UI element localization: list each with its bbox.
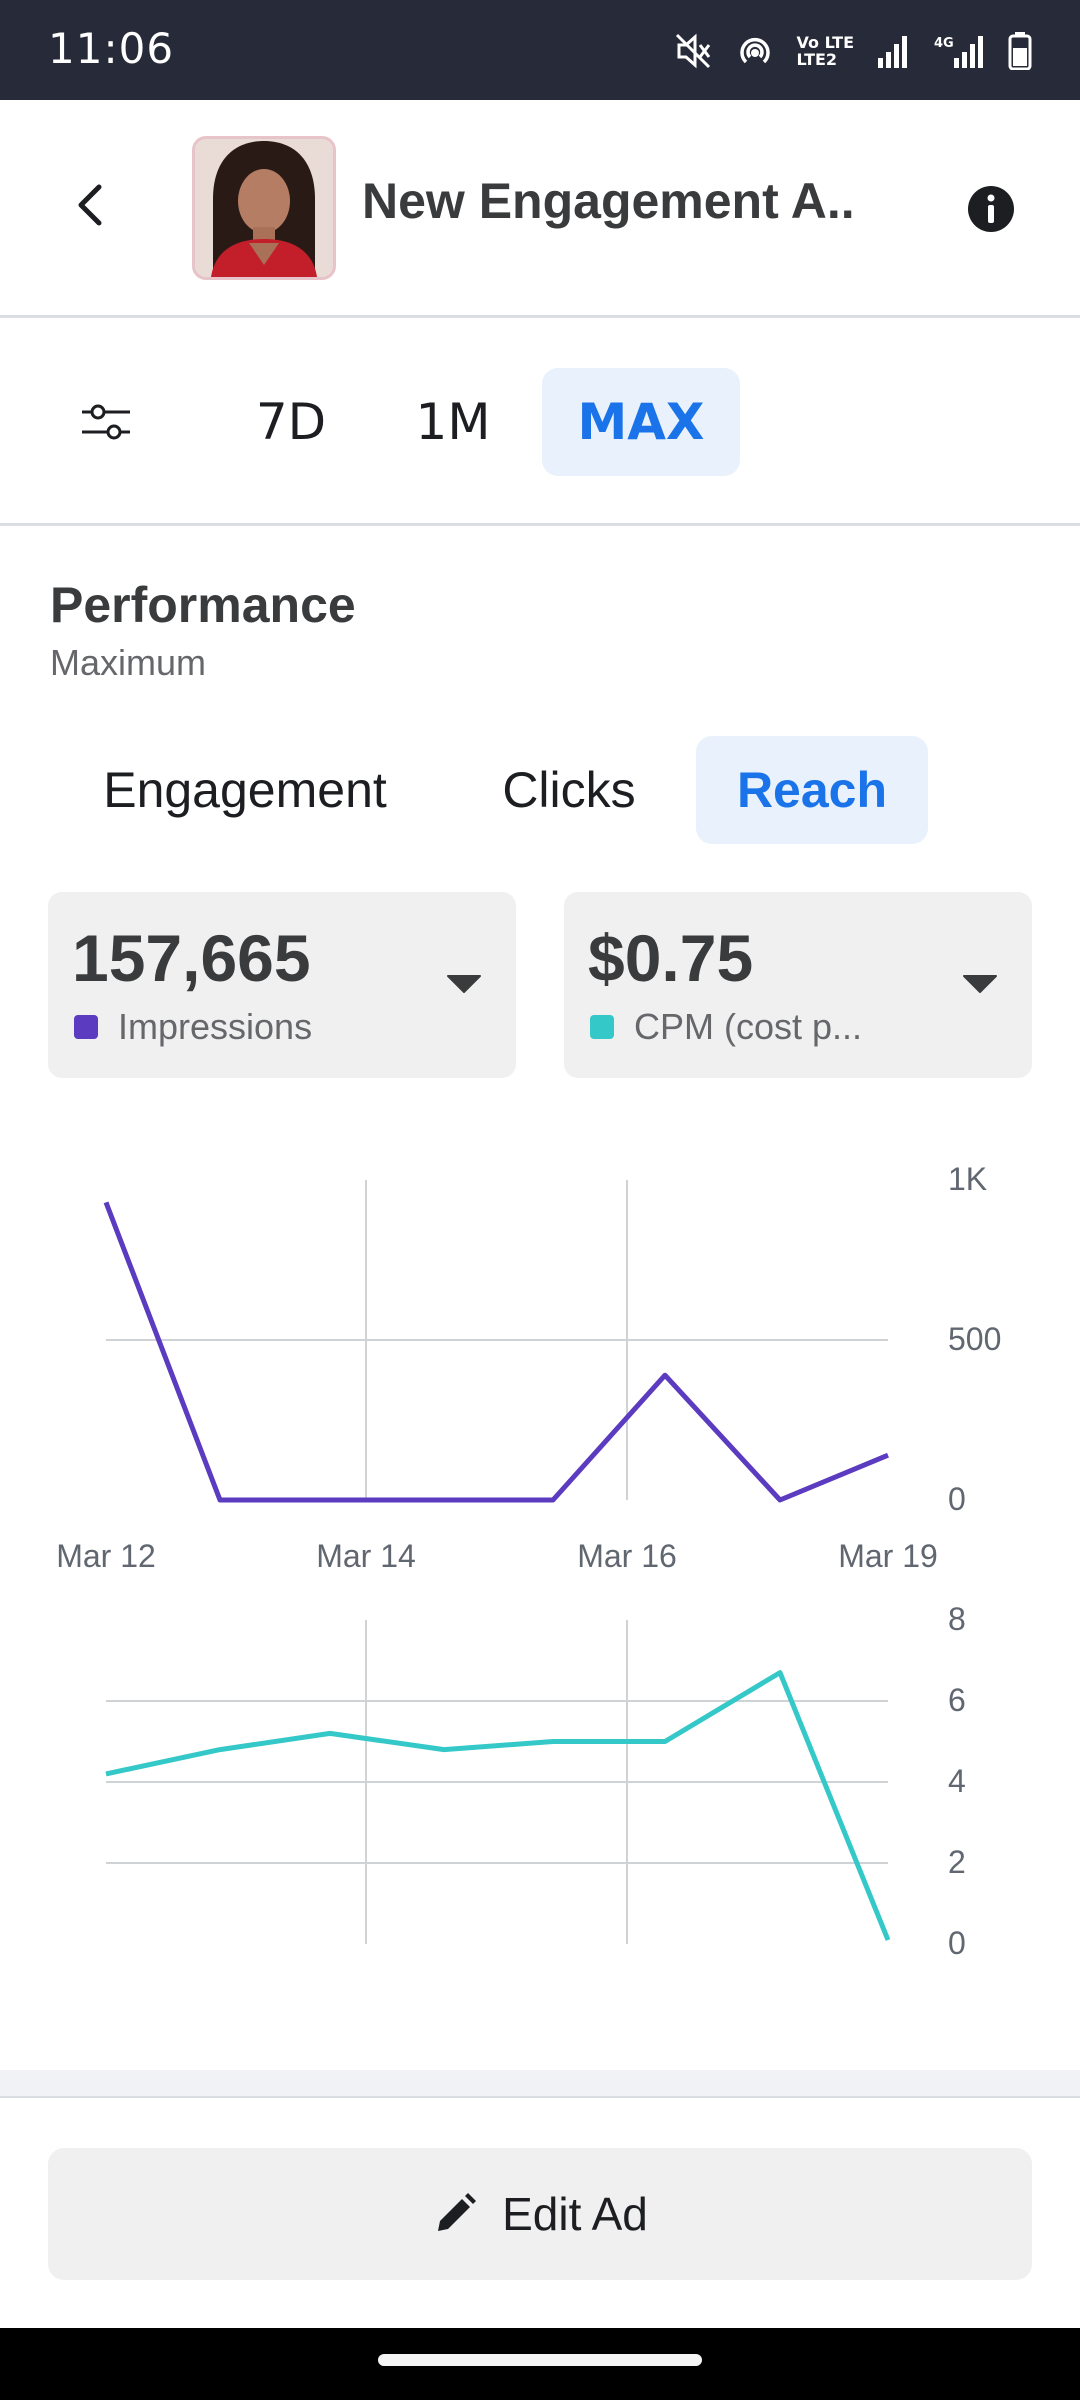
impressions-legend: Impressions [74,1006,312,1048]
x-tick-mar16: Mar 16 [577,1538,677,1574]
tab-reach[interactable]: Reach [696,736,928,844]
y2-tick-4: 4 [948,1763,966,1799]
volte-indicator: Vo LTE LTE2 [797,34,854,68]
ad-thumbnail [192,136,336,280]
y2-tick-8: 8 [948,1601,966,1637]
system-navigation-bar [0,2328,1080,2400]
chart-2-grid [106,1620,888,1944]
status-time: 11:06 [48,24,175,73]
performance-subtitle: Maximum [50,642,207,683]
y2-tick-0: 0 [948,1925,966,1961]
ad-thumbnail-image [195,139,333,277]
section-divider [0,2070,1080,2098]
range-7d-button[interactable]: 7D [230,368,352,476]
range-max-button[interactable]: MAX [542,368,740,476]
back-button[interactable] [60,170,120,240]
edit-ad-button[interactable]: Edit Ad [48,2148,1032,2280]
y1-tick-1k: 1K [948,1161,987,1197]
x-tick-mar14: Mar 14 [316,1538,416,1574]
chevron-down-icon [447,975,481,993]
info-icon [968,186,1014,232]
y1-tick-500: 500 [948,1321,1001,1357]
info-button[interactable] [966,184,1016,234]
status-icons: Vo LTE LTE2 4G [673,26,1032,76]
chart-1-grid [106,1180,888,1500]
cpm-value: $0.75 [588,921,754,995]
impressions-label: Impressions [118,1006,313,1047]
impressions-metric-card[interactable]: 157,665 Impressions [48,892,516,1078]
sliders-icon [82,404,130,440]
performance-title: Performance [50,577,356,633]
x-tick-mar12: Mar 12 [56,1538,156,1574]
impressions-value: 157,665 [72,921,311,995]
x-tick-mar19: Mar 19 [838,1538,938,1574]
battery-icon [1008,32,1032,70]
signal-icon-2: 4G [934,36,983,68]
tab-engagement[interactable]: Engagement [60,736,430,844]
y2-tick-2: 2 [948,1844,966,1880]
header: New Engagement A.. [0,100,1080,318]
cpm-swatch [590,1015,614,1039]
performance-charts: 1K 500 0 Mar 12 Mar 14 Mar 16 Mar 19 8 6… [56,1161,1001,1961]
impressions-swatch [74,1015,98,1039]
volte-line-1: Vo LTE [796,33,854,52]
cpm-line [105,1670,891,1941]
network-type-label: 4G [934,36,954,51]
cpm-label: CPM (cost p... [634,1006,863,1047]
chevron-down-icon [963,975,997,993]
cpm-metric-card[interactable]: $0.75 CPM (cost p... [564,892,1032,1078]
range-1m-button[interactable]: 1M [392,368,514,476]
edit-ad-label: Edit Ad [502,2188,648,2240]
signal-icon-1 [878,36,907,68]
hotspot-icon [739,37,770,64]
cpm-legend: CPM (cost p... [590,1006,862,1048]
y1-tick-0: 0 [948,1481,966,1517]
date-range-filter: 7D 1M MAX [0,318,1080,526]
page-title: New Engagement A.. [362,173,855,229]
volte-line-2: LTE2 [796,50,838,69]
status-bar: 11:06 Vo LTE LTE2 4G [0,0,1080,100]
filter-settings-button[interactable] [78,398,134,446]
home-gesture-handle[interactable] [378,2354,702,2366]
mute-icon [675,33,710,69]
pencil-icon [438,2193,477,2231]
back-arrow-icon [78,184,102,226]
y2-tick-6: 6 [948,1682,966,1718]
impressions-line [103,1201,889,1503]
tab-clicks[interactable]: Clicks [470,736,668,844]
